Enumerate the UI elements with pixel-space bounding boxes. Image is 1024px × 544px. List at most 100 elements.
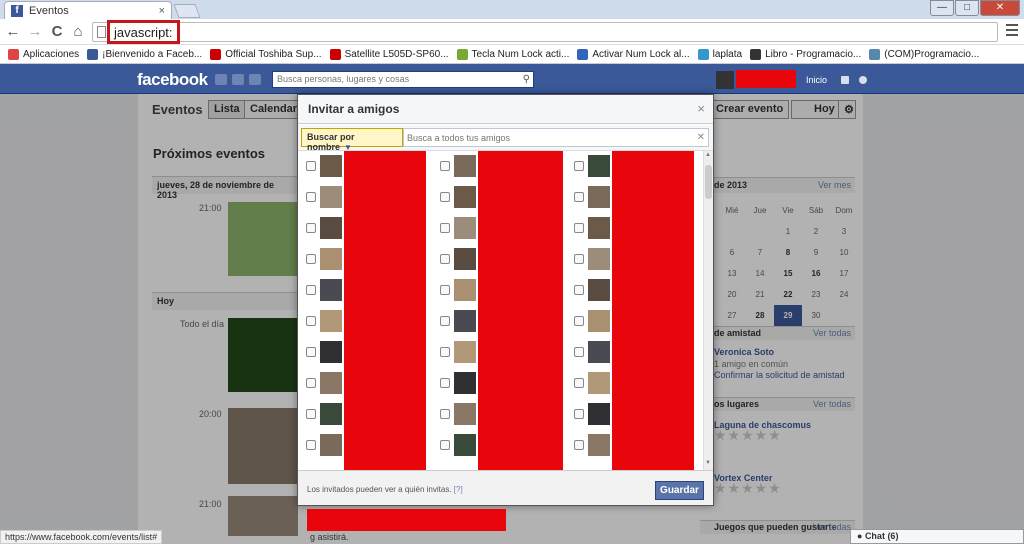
friend-checkbox[interactable]	[440, 161, 450, 171]
filter-dropdown[interactable]: Buscar por nombre ▼	[301, 128, 403, 152]
friend-checkbox[interactable]	[574, 316, 584, 326]
friend-item[interactable]	[301, 151, 431, 182]
friend-item[interactable]	[435, 399, 565, 430]
friend-checkbox[interactable]	[574, 192, 584, 202]
friend-checkbox[interactable]	[306, 161, 316, 171]
friend-item[interactable]	[569, 151, 699, 182]
browser-tab[interactable]: f Eventos ×	[4, 1, 172, 19]
clear-search-icon[interactable]: ✕	[697, 132, 705, 143]
friend-item[interactable]	[301, 244, 431, 275]
bookmark-item[interactable]: Satellite L505D-SP60...	[329, 48, 449, 60]
friend-checkbox[interactable]	[306, 316, 316, 326]
friend-item[interactable]	[435, 306, 565, 337]
friend-item[interactable]	[569, 399, 699, 430]
friend-checkbox[interactable]	[574, 347, 584, 357]
friend-checkbox[interactable]	[440, 285, 450, 295]
friend-item[interactable]	[435, 430, 565, 461]
friend-item[interactable]	[569, 430, 699, 461]
friend-item[interactable]	[301, 430, 431, 461]
home-link[interactable]: Inicio	[806, 75, 827, 85]
bookmark-item[interactable]: Activar Num Lock al...	[577, 48, 690, 60]
friend-item[interactable]	[569, 182, 699, 213]
friend-item[interactable]	[569, 337, 699, 368]
bookmark-item[interactable]: Aplicaciones	[8, 48, 79, 60]
friend-checkbox[interactable]	[440, 316, 450, 326]
facebook-search-input[interactable]: Busca personas, lugares y cosas ⚲	[272, 71, 534, 88]
friend-item[interactable]	[435, 275, 565, 306]
menu-icon[interactable]	[1006, 24, 1018, 39]
scrollbar-thumb[interactable]	[705, 165, 712, 199]
bookmark-item[interactable]: (COM)Programacio...	[869, 48, 979, 60]
friend-checkbox[interactable]	[574, 161, 584, 171]
friend-checkbox[interactable]	[440, 440, 450, 450]
chat-tab[interactable]: ● Chat (6)	[850, 529, 1024, 544]
maximize-button[interactable]: □	[955, 0, 979, 16]
redacted-profile-name[interactable]	[736, 70, 796, 88]
friend-checkbox[interactable]	[306, 347, 316, 357]
close-icon[interactable]: ×	[697, 101, 705, 116]
friend-item[interactable]	[301, 368, 431, 399]
friend-checkbox[interactable]	[306, 440, 316, 450]
friend-item[interactable]	[435, 151, 565, 182]
friend-checkbox[interactable]	[574, 378, 584, 388]
friend-checkbox[interactable]	[306, 254, 316, 264]
bookmark-item[interactable]: Official Toshiba Sup...	[210, 48, 322, 60]
close-window-button[interactable]: ✕	[980, 0, 1020, 16]
back-icon[interactable]: ←	[4, 23, 22, 40]
friend-checkbox[interactable]	[574, 254, 584, 264]
friend-item[interactable]	[435, 213, 565, 244]
friend-checkbox[interactable]	[440, 347, 450, 357]
friend-checkbox[interactable]	[574, 223, 584, 233]
friend-checkbox[interactable]	[440, 192, 450, 202]
friend-checkbox[interactable]	[574, 440, 584, 450]
friend-item[interactable]	[569, 213, 699, 244]
reload-icon[interactable]: C	[48, 23, 66, 40]
friend-checkbox[interactable]	[440, 378, 450, 388]
friend-checkbox[interactable]	[440, 409, 450, 419]
new-tab-button[interactable]	[173, 4, 201, 18]
friend-item[interactable]	[301, 399, 431, 430]
friend-item[interactable]	[569, 244, 699, 275]
friend-item[interactable]	[301, 213, 431, 244]
friend-item[interactable]	[435, 337, 565, 368]
messages-icon[interactable]	[232, 74, 244, 85]
scroll-up-icon[interactable]: ▲	[705, 152, 711, 158]
friend-requests-icon[interactable]	[215, 74, 227, 85]
find-friends-icon[interactable]	[841, 76, 849, 84]
search-icon[interactable]: ⚲	[523, 74, 530, 85]
friend-checkbox[interactable]	[306, 192, 316, 202]
friend-item[interactable]	[301, 182, 431, 213]
friend-item[interactable]	[301, 337, 431, 368]
friend-item[interactable]	[435, 244, 565, 275]
bookmark-item[interactable]: Tecla Num Lock acti...	[456, 48, 569, 60]
tab-close-icon[interactable]: ×	[159, 5, 165, 17]
friend-list-scrollbar[interactable]: ▲ ▼	[703, 151, 713, 470]
profile-avatar[interactable]	[716, 71, 734, 89]
bookmark-item[interactable]: laplata	[697, 48, 742, 60]
bookmark-item[interactable]: Libro - Programacio...	[750, 48, 861, 60]
friend-checkbox[interactable]	[306, 378, 316, 388]
friend-checkbox[interactable]	[574, 285, 584, 295]
home-icon[interactable]: ⌂	[69, 23, 87, 40]
friend-item[interactable]	[435, 368, 565, 399]
friend-checkbox[interactable]	[306, 223, 316, 233]
friend-search-input[interactable]	[403, 128, 709, 147]
notifications-icon[interactable]	[249, 74, 261, 85]
friend-item[interactable]	[569, 275, 699, 306]
scroll-down-icon[interactable]: ▼	[705, 460, 711, 466]
minimize-button[interactable]: —	[930, 0, 954, 16]
forward-icon[interactable]: →	[26, 23, 44, 40]
friend-item[interactable]	[435, 182, 565, 213]
help-link[interactable]: [?]	[454, 485, 463, 494]
friend-item[interactable]	[301, 306, 431, 337]
settings-gear-icon[interactable]	[859, 76, 867, 84]
url-text[interactable]: javascript:	[107, 20, 180, 44]
save-button[interactable]: Guardar	[655, 481, 704, 500]
friend-checkbox[interactable]	[440, 223, 450, 233]
friend-item[interactable]	[301, 275, 431, 306]
friend-checkbox[interactable]	[306, 409, 316, 419]
facebook-logo[interactable]: facebook	[137, 70, 208, 90]
friend-item[interactable]	[569, 368, 699, 399]
bookmark-item[interactable]: ¡Bienvenido a Faceb...	[87, 48, 202, 60]
friend-checkbox[interactable]	[306, 285, 316, 295]
